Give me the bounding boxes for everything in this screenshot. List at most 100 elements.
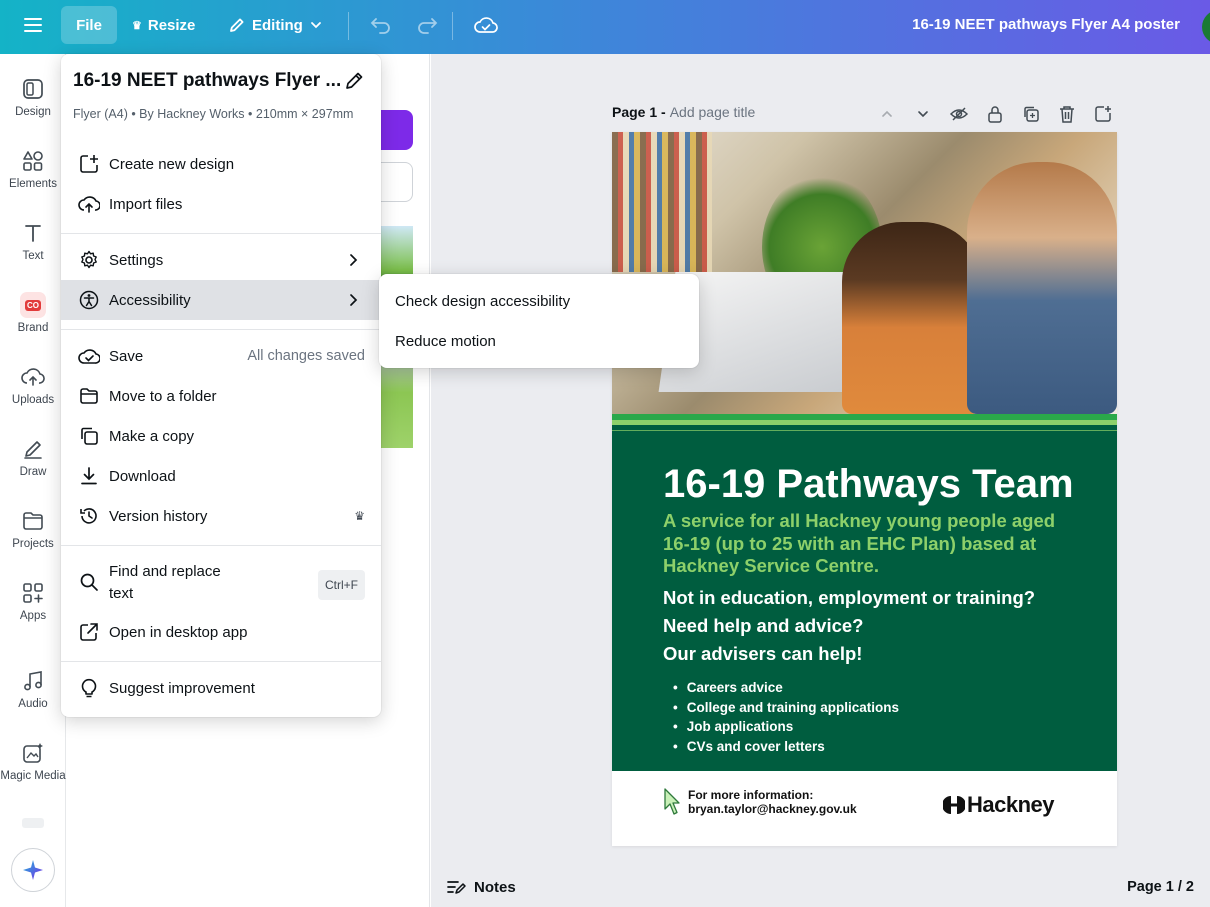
rail-item-audio[interactable]: Audio — [0, 668, 66, 736]
cloud-check-icon — [474, 17, 498, 33]
poster-title[interactable]: 16-19 Pathways Team — [663, 462, 1074, 507]
upload-icon — [20, 364, 46, 390]
rail-label-apps: Apps — [19, 610, 47, 622]
poster-photo[interactable] — [612, 132, 1117, 414]
menu-item-label: Accessibility — [109, 291, 191, 309]
apps-icon — [20, 580, 46, 606]
chevron-up-icon — [882, 110, 892, 117]
rail-item-uploads[interactable]: Uploads — [0, 364, 66, 432]
lock-icon — [988, 106, 1002, 123]
accessibility-icon — [78, 289, 100, 311]
elements-icon — [20, 148, 46, 174]
rail-label-draw: Draw — [19, 466, 47, 478]
file-menu-button[interactable]: File — [61, 6, 117, 44]
menu-item-label: Open in desktop app — [109, 623, 248, 641]
undo-button[interactable] — [360, 6, 402, 44]
folder-icon — [78, 385, 100, 407]
rename-button[interactable] — [343, 70, 365, 92]
resize-label: Resize — [147, 16, 196, 34]
add-page-button[interactable] — [1092, 102, 1114, 126]
lock-page-button[interactable] — [984, 102, 1006, 126]
folder-icon — [20, 508, 46, 534]
save-item[interactable]: Save All changes saved — [61, 336, 381, 376]
rail-label-text: Text — [22, 250, 44, 262]
menu-divider — [61, 329, 381, 330]
menu-divider — [61, 233, 381, 234]
cloud-check-icon — [78, 345, 100, 367]
rail-label-brand: Brand — [17, 322, 49, 334]
menu-design-title[interactable]: 16-19 NEET pathways Flyer ... — [73, 70, 341, 92]
logo-text: Hackney — [967, 792, 1055, 817]
upload-icon — [78, 193, 100, 215]
find-replace-item[interactable]: Find and replace text Ctrl+F — [61, 557, 381, 605]
make-copy-item[interactable]: Make a copy — [61, 416, 381, 456]
poster-questions[interactable]: Not in education, employment or training… — [663, 584, 1093, 668]
poster-subtitle[interactable]: A service for all Hackney young people a… — [663, 510, 1083, 578]
sparkle-icon — [23, 860, 43, 880]
lightbulb-icon — [78, 677, 100, 699]
open-desktop-app-item[interactable]: Open in desktop app — [61, 612, 381, 652]
hackney-logo[interactable]: Hackney — [943, 792, 1055, 818]
mouse-cursor-icon — [664, 788, 680, 815]
design-page[interactable]: 16-19 Pathways Team A service for all Ha… — [612, 132, 1117, 846]
find-line-2: text — [109, 585, 134, 602]
rail-item-design[interactable]: Design — [0, 76, 66, 144]
toolbar-divider — [348, 12, 349, 40]
menu-divider — [61, 545, 381, 546]
duplicate-page-button[interactable] — [1020, 102, 1042, 126]
import-files-item[interactable]: Import files — [61, 184, 381, 224]
redo-icon — [418, 18, 438, 34]
page-counter[interactable]: Page 1 / 2 — [1127, 879, 1194, 895]
list-item: Careers advice — [673, 678, 899, 698]
move-page-up-button[interactable] — [876, 102, 898, 126]
notes-icon — [447, 881, 466, 894]
toolbar-divider — [452, 12, 453, 40]
document-title[interactable]: 16-19 NEET pathways Flyer A4 poster — [912, 16, 1180, 33]
reduce-motion-item[interactable]: Reduce motion — [379, 321, 699, 361]
poster-services-list[interactable]: Careers advice College and training appl… — [673, 678, 899, 757]
editing-mode-button[interactable]: Editing — [218, 6, 333, 44]
notes-button[interactable]: Notes — [446, 878, 516, 896]
move-page-down-button[interactable] — [912, 102, 934, 126]
settings-item[interactable]: Settings — [61, 240, 381, 280]
check-design-accessibility-item[interactable]: Check design accessibility — [379, 281, 699, 321]
create-new-design-item[interactable]: Create new design — [61, 144, 381, 184]
page-title-input[interactable]: Add page title — [670, 104, 756, 120]
magic-assistant-button[interactable] — [11, 848, 55, 892]
rail-item-apps[interactable]: Apps — [0, 580, 66, 648]
accessibility-item[interactable]: Accessibility — [61, 280, 381, 320]
rail-item-draw[interactable]: Draw — [0, 436, 66, 504]
download-icon — [78, 465, 100, 487]
avatar[interactable] — [1202, 10, 1210, 44]
move-to-folder-item[interactable]: Move to a folder — [61, 376, 381, 416]
file-menu: 16-19 NEET pathways Flyer ... Flyer (A4)… — [61, 54, 381, 717]
rail-item-magic-media[interactable]: Magic Media — [0, 740, 66, 808]
brand-icon: CO — [20, 292, 46, 318]
menu-item-label: Save — [109, 347, 144, 365]
menu-item-label: Make a copy — [109, 427, 195, 445]
external-link-icon — [78, 621, 100, 643]
resize-button[interactable]: ♛ Resize — [122, 6, 205, 44]
rail-item-projects[interactable]: Projects — [0, 508, 66, 576]
menu-divider — [61, 661, 381, 662]
main-menu-button[interactable] — [16, 6, 50, 44]
poster-divider — [612, 430, 1117, 431]
crown-icon: ♛ — [132, 19, 142, 32]
delete-page-button[interactable] — [1056, 102, 1078, 126]
rail-more-indicator[interactable] — [22, 818, 44, 828]
rail-item-elements[interactable]: Elements — [0, 148, 66, 216]
hide-page-button[interactable] — [948, 102, 970, 126]
version-history-item[interactable]: Version history ♛ — [61, 496, 381, 536]
cloud-save-status-button[interactable] — [464, 6, 508, 44]
gear-icon — [78, 249, 100, 271]
undo-icon — [370, 18, 390, 34]
poster-contact-info[interactable]: For more information: bryan.taylor@hackn… — [688, 788, 857, 816]
suggest-improvement-item[interactable]: Suggest improvement — [61, 668, 381, 708]
find-line-1: Find and replace — [109, 563, 221, 580]
redo-button[interactable] — [406, 6, 448, 44]
menu-item-label: Suggest improvement — [109, 679, 255, 697]
menu-item-label: Move to a folder — [109, 387, 217, 405]
download-item[interactable]: Download — [61, 456, 381, 496]
rail-item-text[interactable]: Text — [0, 220, 66, 288]
rail-item-brand[interactable]: CO Brand — [0, 292, 66, 360]
